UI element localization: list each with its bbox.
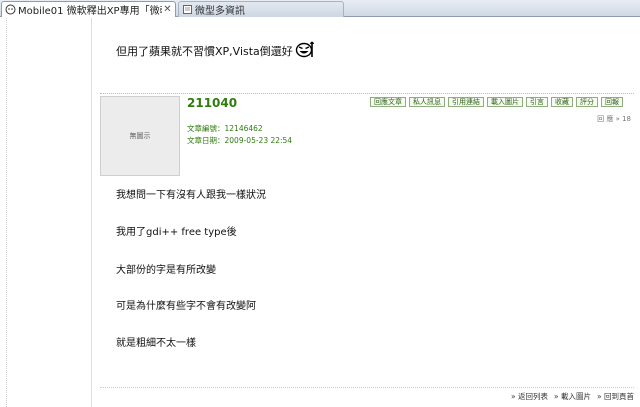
rate-button[interactable]: 評分 [576, 97, 598, 107]
post-content-line: 我想問一下有沒有人跟我一樣狀況 [116, 190, 266, 201]
column-divider [6, 18, 7, 407]
tab-title: 微型多資訊 [195, 6, 245, 17]
mobile01-icon [5, 4, 16, 15]
post-separator [100, 93, 634, 94]
previous-post-line: 但用了蘋果就不習慣XP,Vista倒還好 [116, 45, 293, 58]
post-number: 文章編號：12146462 [187, 124, 263, 133]
page-icon [182, 4, 193, 15]
load-images-button[interactable]: 載入圖片 [487, 97, 523, 107]
quote-link-button[interactable]: 引用連結 [448, 97, 484, 107]
quote-button[interactable]: 引言 [526, 97, 548, 107]
post-content-line: 可是為什麼有些字不會有改變阿 [116, 301, 256, 312]
post-content-line: 我用了gdi++ free type後 [116, 227, 237, 238]
post-content-line: 就是粗細不太一樣 [116, 338, 196, 349]
avatar: 無圖示 [100, 96, 180, 176]
back-to-top-link[interactable]: » 回到頁首 [597, 391, 634, 402]
load-images-link[interactable]: » 載入圖片 [554, 391, 591, 402]
post-date: 文章日期：2009-05-23 22:54 [187, 136, 293, 145]
post-content-line: 大部份的字是有所改變 [116, 265, 216, 276]
previous-post-text: 但用了蘋果就不習慣XP,Vista倒還好 [116, 38, 315, 59]
grinning-face-icon [295, 40, 315, 61]
close-tab-icon[interactable]: ✕ [162, 4, 173, 15]
reply-index: 回 應 » 18 [597, 115, 631, 123]
tab-second[interactable]: 微型多資訊 [178, 1, 344, 17]
post-username[interactable]: 211040 [187, 96, 237, 110]
reply-button[interactable]: 回應文章 [370, 97, 406, 107]
left-sidebar-column [0, 18, 92, 407]
tab-mobile01[interactable]: Mobile01 微軟釋出XP專用「微軟... ✕ [1, 1, 176, 17]
back-to-list-link[interactable]: » 返回列表 [511, 391, 548, 402]
tab-title: Mobile01 微軟釋出XP專用「微軟... [18, 6, 162, 17]
browser-tab-bar: Mobile01 微軟釋出XP專用「微軟... ✕ 微型多資訊 [0, 0, 640, 17]
report-button[interactable]: 回報 [601, 97, 623, 107]
favorite-button[interactable]: 收藏 [551, 97, 573, 107]
private-message-button[interactable]: 私人訊息 [409, 97, 445, 107]
footer-links: » 返回列表 » 載入圖片 » 回到頁首 [511, 391, 634, 402]
footer-separator [100, 387, 634, 388]
post-action-toolbar: 回應文章 私人訊息 引用連結 載入圖片 引言 收藏 評分 回報 [370, 97, 623, 108]
avatar-placeholder-text: 無圖示 [129, 132, 151, 140]
